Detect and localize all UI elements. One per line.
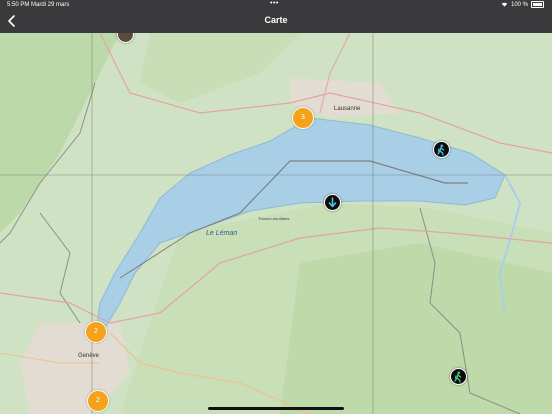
descent-marker[interactable] (324, 194, 341, 211)
navigation-bar: Carte (0, 10, 552, 33)
battery-icon (531, 1, 544, 8)
place-label-thonon: Thonon-les-Bains (258, 216, 289, 221)
home-indicator[interactable] (208, 407, 344, 410)
down-arrow-icon (328, 197, 337, 208)
page-title: Carte (264, 15, 288, 25)
map-canvas[interactable]: Lausanne Le Léman Genève Thonon-les-Bain… (0, 33, 552, 414)
map-view[interactable]: Lausanne Le Léman Genève Thonon-les-Bain… (0, 33, 552, 414)
hiker-icon (454, 371, 462, 383)
cluster-marker[interactable]: 2 (85, 321, 107, 343)
status-bar: 5:50 PM Mardi 29 mars ••• 100 % (0, 0, 552, 10)
wifi-icon (501, 2, 508, 7)
hiking-marker[interactable] (450, 368, 467, 385)
cluster-marker[interactable]: 3 (292, 107, 314, 129)
place-label-le-leman: Le Léman (206, 230, 237, 237)
place-label-lausanne: Lausanne (334, 106, 361, 112)
hiking-marker[interactable] (433, 141, 450, 158)
status-date: Mardi 29 mars (31, 2, 70, 8)
place-label-geneve: Genève (78, 353, 100, 359)
hiker-icon (437, 144, 445, 156)
multitasking-dots-icon[interactable]: ••• (270, 0, 279, 7)
status-right: 100 % (501, 1, 544, 8)
status-time: 5:50 PM (7, 2, 30, 8)
cluster-marker[interactable]: 2 (87, 390, 109, 412)
battery-percent: 100 % (510, 1, 528, 8)
